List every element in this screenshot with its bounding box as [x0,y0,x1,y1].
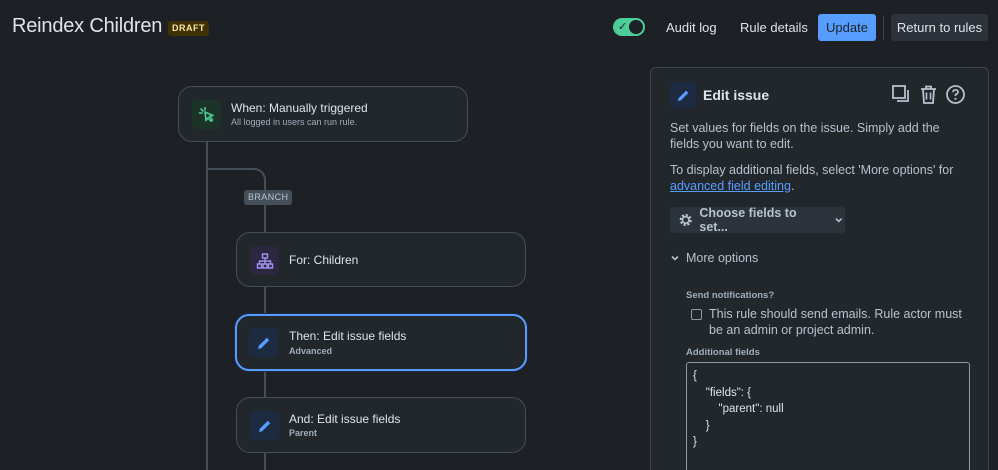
additional-fields-label: Additional fields [686,347,760,358]
pencil-icon [249,328,278,357]
copy-icon[interactable] [891,84,912,105]
flow-connector [264,286,266,316]
toggle-knob [629,20,643,34]
branch-label: BRANCH [244,190,293,205]
flow-connector [264,370,266,398]
chevron-down-icon [835,218,843,223]
action2-subtitle: Parent [289,428,318,438]
edit-issue-panel: Edit issue Set values for fields on the … [650,67,989,470]
display-suffix: . [790,179,795,193]
more-options-toggle[interactable]: More options [670,251,758,265]
audit-log-button[interactable]: Audit log [656,14,727,41]
gear-icon [679,213,692,227]
send-notifications-label: Send notifications? [686,290,775,301]
update-button[interactable]: Update [818,14,876,41]
panel-description: Set values for fields on the issue. Simp… [670,121,940,151]
trash-icon[interactable] [918,84,939,105]
more-options-label: More options [686,251,759,265]
hierarchy-icon [250,246,279,275]
action2-title: And: Edit issue fields [289,412,401,426]
panel-toolbar [891,84,966,105]
trigger-title: When: Manually triggered [231,101,368,115]
branch-card[interactable]: For: Children [236,232,526,287]
send-notifications-checkbox[interactable] [691,309,702,320]
choose-fields-button[interactable]: Choose fields to set... [670,206,845,234]
trigger-subtitle: All logged in users can run rule. [231,117,358,127]
flow-connector [264,452,266,470]
header-divider [883,16,884,40]
page-title: Reindex Children [12,15,163,37]
choose-fields-label: Choose fields to set... [699,206,797,234]
pencil-icon [670,82,696,108]
rule-enabled-toggle[interactable]: ✓ [613,18,645,36]
advanced-field-editing-link[interactable]: advanced field editing [670,179,791,193]
chevron-down-icon [671,255,679,261]
action1-title: Then: Edit issue fields [289,329,407,343]
check-icon: ✓ [618,21,628,33]
pencil-icon [250,411,279,440]
branch-title: For: Children [289,253,359,267]
display-text: To display additional fields, select 'Mo… [670,163,954,177]
action-card-edit-advanced[interactable]: Then: Edit issue fields Advanced [235,314,527,371]
help-icon[interactable] [945,84,966,105]
trigger-card[interactable]: When: Manually triggered All logged in u… [178,86,468,142]
cursor-click-icon [192,100,221,129]
additional-fields-editor[interactable]: { "fields": { "parent": null } } [686,362,970,470]
send-notifications-text: This rule should send emails. Rule actor… [709,307,962,337]
panel-title: Edit issue [703,87,770,103]
return-to-rules-button[interactable]: Return to rules [891,14,988,41]
action1-subtitle: Advanced [289,346,333,356]
rule-details-button[interactable]: Rule details [730,14,818,41]
status-badge: DRAFT [168,21,209,36]
action-card-edit-parent[interactable]: And: Edit issue fields Parent [236,397,526,453]
panel-display-note: To display additional fields, select 'Mo… [670,162,970,194]
